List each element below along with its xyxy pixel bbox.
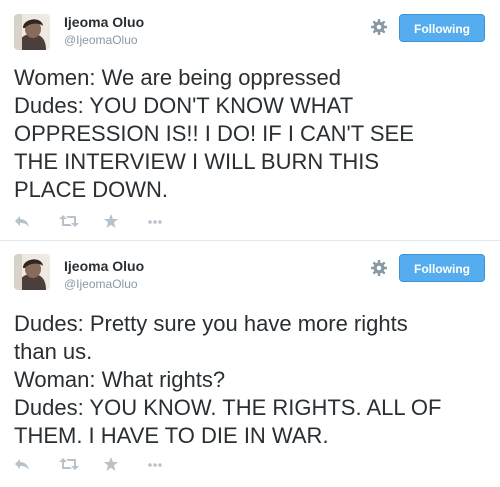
tweet-text-line: Dudes: YOU KNOW. THE RIGHTS. ALL OF [14, 395, 442, 420]
tweet-text: Dudes: Pretty sure you have more rights … [14, 310, 484, 450]
retweet-icon[interactable] [59, 213, 79, 229]
tweet-card: Ijeoma Oluo @IjeomaOluo Following Dudes:… [0, 242, 500, 487]
reply-icon[interactable] [14, 456, 34, 472]
tweet-text-line: THEM. I HAVE TO DIE IN WAR. [14, 423, 329, 448]
tweet-text-line: THE INTERVIEW I WILL BURN THIS [14, 149, 380, 174]
tweet-text: Women: We are being oppressed Dudes: YOU… [14, 64, 484, 204]
author-name[interactable]: Ijeoma Oluo [64, 14, 144, 30]
tweet-text-line: Dudes: YOU DON'T KNOW WHAT [14, 93, 354, 118]
tweet-text-line: than us. [14, 339, 93, 364]
tweet-text-line: Women: We are being oppressed [14, 65, 341, 90]
divider [0, 240, 500, 241]
avatar[interactable] [14, 254, 50, 290]
author-name[interactable]: Ijeoma Oluo [64, 258, 144, 274]
tweet-card: Ijeoma Oluo @IjeomaOluo Following Women:… [0, 0, 500, 242]
tweet-text-line: OPPRESSION IS!! I DO! IF I CAN'T SEE [14, 121, 414, 146]
avatar[interactable] [14, 14, 50, 50]
favorite-icon[interactable] [103, 213, 123, 229]
author-handle[interactable]: @IjeomaOluo [64, 277, 138, 291]
favorite-icon[interactable] [103, 456, 123, 472]
tweet-text-line: Woman: What rights? [14, 367, 226, 392]
following-button[interactable]: Following [399, 254, 485, 282]
retweet-icon[interactable] [59, 456, 79, 472]
tweet-text-line: Dudes: Pretty sure you have more rights [14, 311, 408, 336]
author-handle[interactable]: @IjeomaOluo [64, 33, 138, 47]
following-button[interactable]: Following [399, 14, 485, 42]
tweet-text-line: PLACE DOWN. [14, 177, 169, 202]
gear-icon[interactable] [370, 18, 388, 36]
gear-icon[interactable] [370, 259, 388, 277]
reply-icon[interactable] [14, 213, 34, 229]
more-icon[interactable] [147, 456, 167, 472]
more-icon[interactable] [147, 213, 167, 229]
